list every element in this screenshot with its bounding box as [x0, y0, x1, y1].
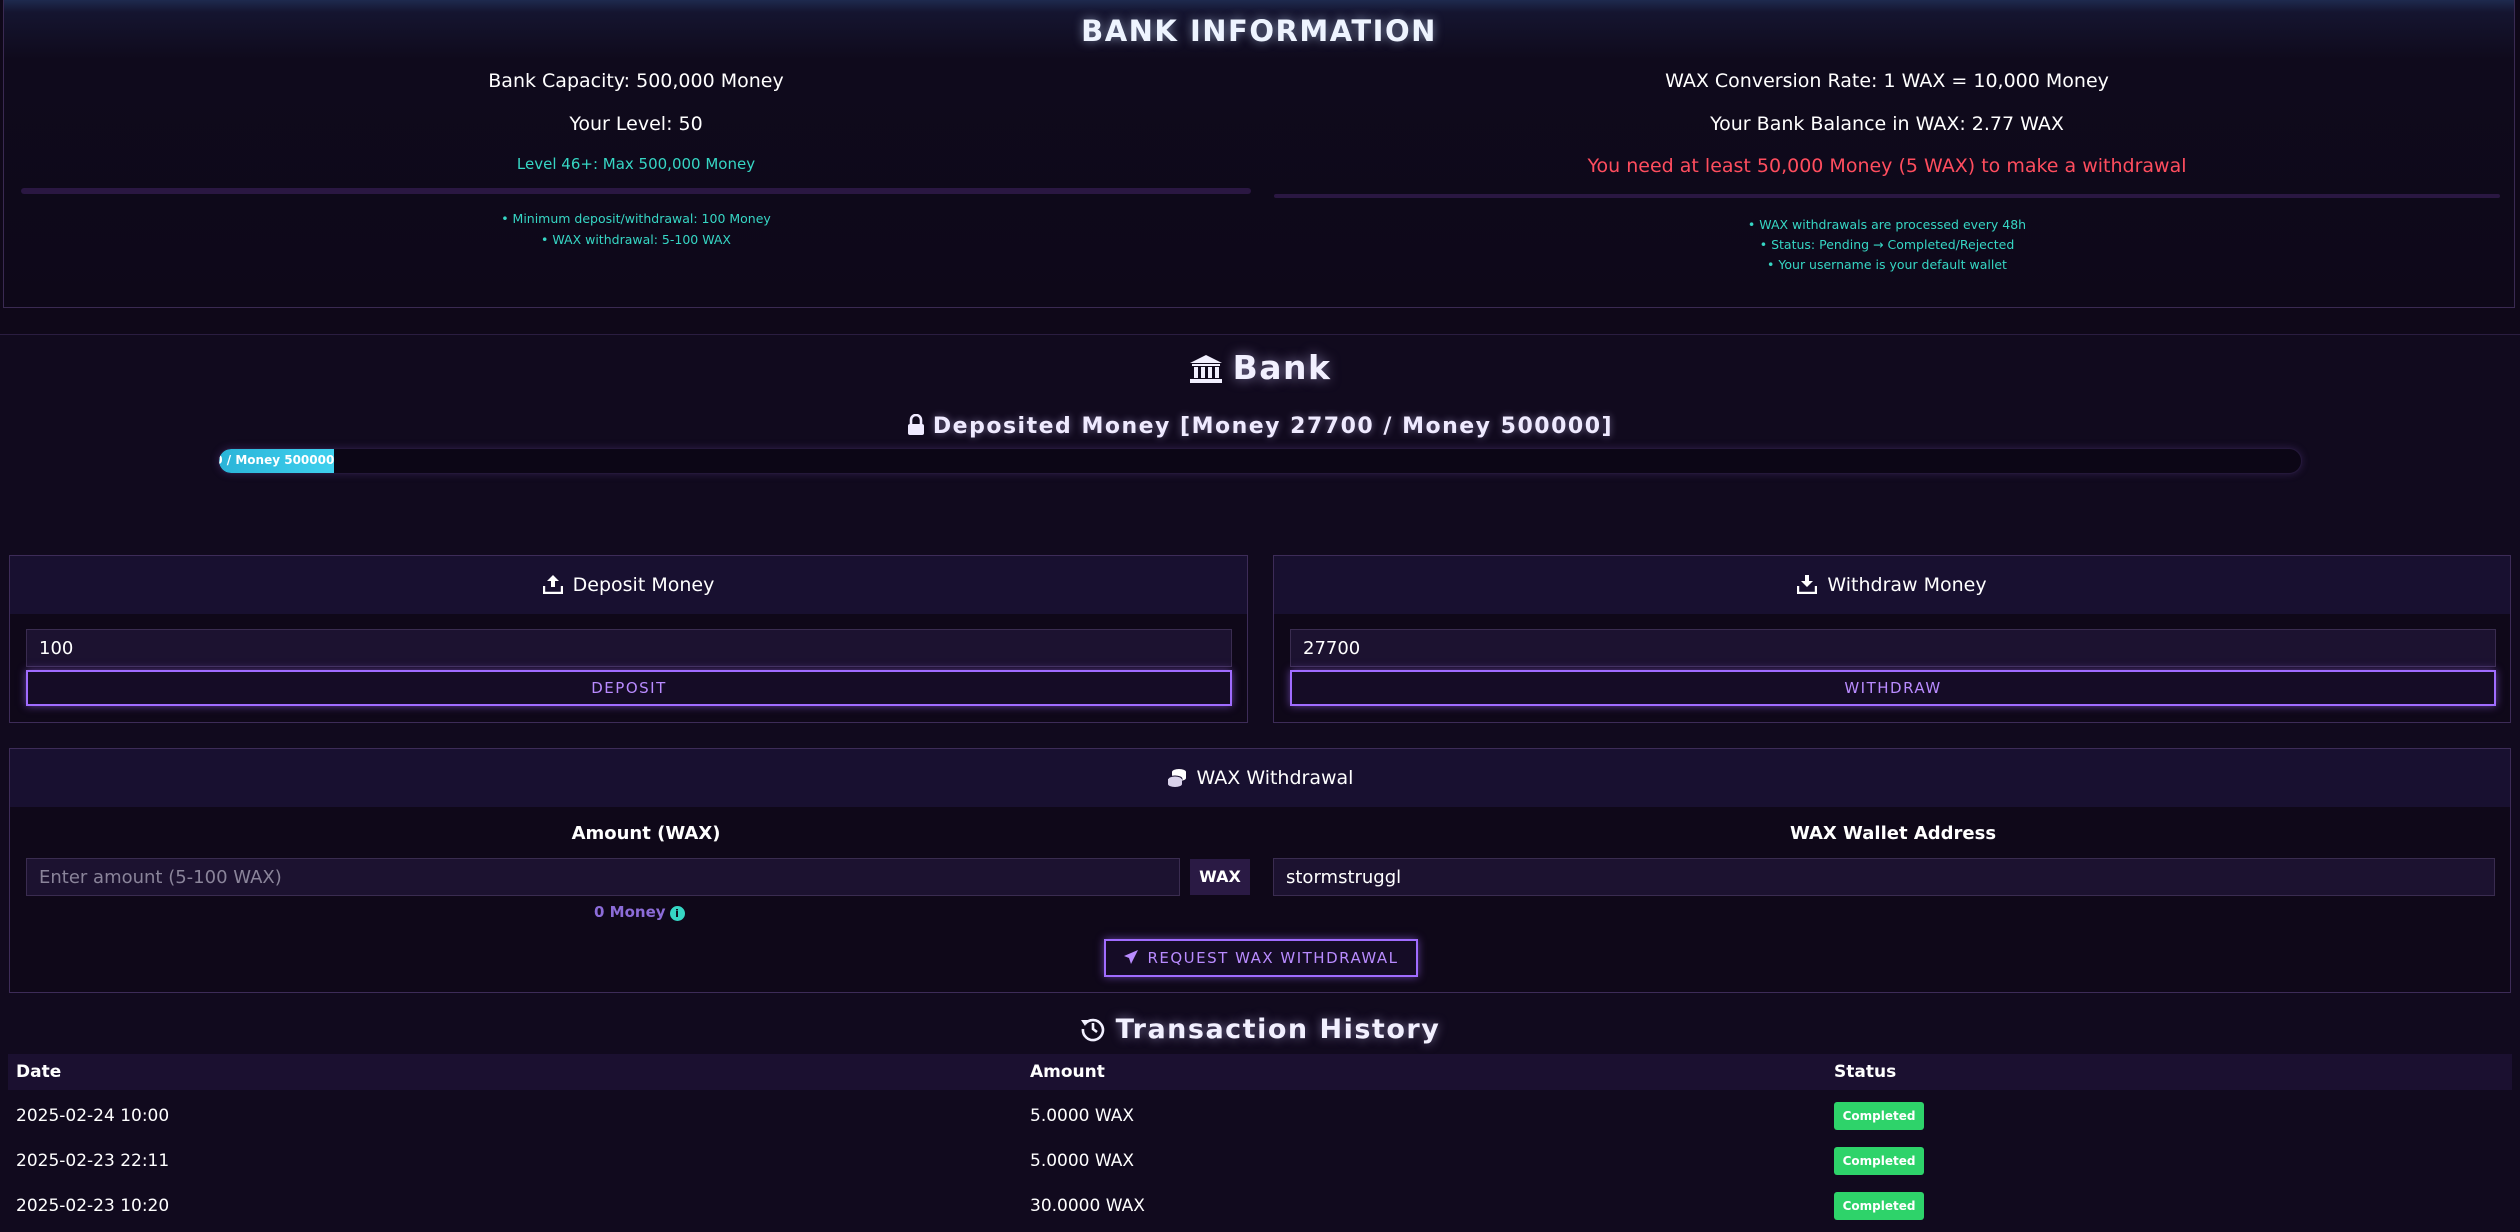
wallet-address-label: WAX Wallet Address	[1789, 823, 1997, 844]
row-date: 2025-02-23 10:20	[16, 1196, 170, 1216]
deposited-money-label: Deposited Money [Money 27700 / Money 500…	[932, 414, 1614, 439]
bank-capacity: Bank Capacity: 500,000 Money	[488, 70, 784, 92]
withdraw-card-header: Withdraw Money	[1274, 556, 2510, 614]
row-amount: 30.0000 WAX	[1030, 1196, 1145, 1216]
deposit-card: Deposit Money DEPOSIT	[9, 555, 1248, 723]
deposit-progress-text: Money 27700 / Money 500000	[219, 453, 335, 467]
row-date: 2025-02-23 22:11	[16, 1151, 170, 1171]
wax-withdrawal-title: WAX Withdrawal	[1196, 767, 1354, 789]
table-row: 2025-02-23 10:20 30.0000 WAX Completed	[8, 1190, 2512, 1232]
bank-title: Bank	[1232, 348, 1332, 387]
withdraw-button[interactable]: WITHDRAW	[1290, 670, 2496, 706]
withdraw-amount-input[interactable]	[1290, 629, 2496, 667]
column-header-date: Date	[16, 1062, 62, 1082]
row-date: 2025-02-24 10:00	[16, 1106, 170, 1126]
withdrawal-warning: You need at least 50,000 Money (5 WAX) t…	[1587, 155, 2187, 177]
history-icon	[1080, 1018, 1104, 1042]
user-level: Your Level: 50	[569, 113, 703, 135]
transaction-history-title: Transaction History	[1115, 1014, 1441, 1045]
wax-unit-tag: WAX	[1190, 859, 1250, 895]
deposit-progress-fill: Money 27700 / Money 500000	[219, 449, 335, 473]
row-amount: 5.0000 WAX	[1030, 1106, 1135, 1126]
note-min-deposit: • Minimum deposit/withdrawal: 100 Money	[501, 211, 771, 226]
wax-withdrawal-header: WAX Withdrawal	[10, 749, 2510, 807]
withdraw-card: Withdraw Money WITHDRAW	[1273, 555, 2511, 723]
table-header-row: Date Amount Status	[8, 1054, 2512, 1090]
right-divider	[1274, 194, 2500, 198]
deposit-amount-input[interactable]	[26, 629, 1232, 667]
withdraw-title: Withdraw Money	[1827, 574, 1987, 596]
lock-icon	[907, 413, 924, 435]
bank-information-panel: BANK INFORMATION Bank Capacity: 500,000 …	[3, 0, 2515, 308]
request-wax-withdrawal-label: REQUEST WAX WITHDRAWAL	[1147, 949, 1399, 967]
wallet-address-input[interactable]	[1273, 858, 2495, 896]
deposited-money-heading: Deposited Money [Money 27700 / Money 500…	[0, 413, 2520, 439]
table-row: 2025-02-24 10:00 5.0000 WAX Completed	[8, 1100, 2512, 1144]
upload-icon	[542, 575, 563, 595]
note-processing: • WAX withdrawals are processed every 48…	[1747, 217, 2027, 232]
status-badge: Completed	[1834, 1192, 1924, 1220]
status-badge: Completed	[1834, 1102, 1924, 1130]
request-wax-withdrawal-button[interactable]: REQUEST WAX WITHDRAWAL	[1104, 939, 1418, 977]
column-header-amount: Amount	[1030, 1062, 1105, 1082]
note-wax-range: • WAX withdrawal: 5-100 WAX	[541, 232, 731, 247]
deposit-card-header: Deposit Money	[10, 556, 1247, 614]
money-equivalent-text: 0 Money	[594, 903, 666, 921]
amount-wax-label: Amount (WAX)	[571, 823, 721, 844]
bank-information-title: BANK INFORMATION	[1081, 14, 1437, 48]
note-wallet: • Your username is your default wallet	[1767, 257, 2007, 272]
status-badge: Completed	[1834, 1147, 1924, 1175]
note-status: • Status: Pending → Completed/Rejected	[1759, 237, 2015, 252]
deposit-button[interactable]: DEPOSIT	[26, 670, 1232, 706]
column-header-status: Status	[1834, 1062, 1897, 1082]
wax-amount-input[interactable]	[26, 858, 1180, 896]
wax-balance: Your Bank Balance in WAX: 2.77 WAX	[1710, 113, 2064, 135]
deposit-progress-bar: Money 27700 / Money 500000	[218, 448, 2302, 474]
bank-heading: Bank	[0, 348, 2520, 387]
deposit-title: Deposit Money	[572, 574, 715, 596]
conversion-rate: WAX Conversion Rate: 1 WAX = 10,000 Mone…	[1665, 70, 2109, 92]
send-icon	[1124, 950, 1139, 964]
table-row: 2025-02-23 22:11 5.0000 WAX Completed	[8, 1145, 2512, 1189]
wax-withdrawal-card: WAX Withdrawal Amount (WAX) WAX 0 Moneyi…	[9, 748, 2511, 993]
transaction-history-heading: Transaction History	[0, 1014, 2520, 1045]
info-icon[interactable]: i	[669, 906, 685, 921]
row-amount: 5.0000 WAX	[1030, 1151, 1135, 1171]
level-note: Level 46+: Max 500,000 Money	[516, 155, 756, 173]
money-equivalent-hint: 0 Money i	[594, 903, 685, 921]
bank-icon	[1189, 355, 1222, 383]
download-icon	[1797, 575, 1818, 595]
left-divider	[21, 188, 1251, 194]
coins-icon	[1167, 769, 1186, 787]
